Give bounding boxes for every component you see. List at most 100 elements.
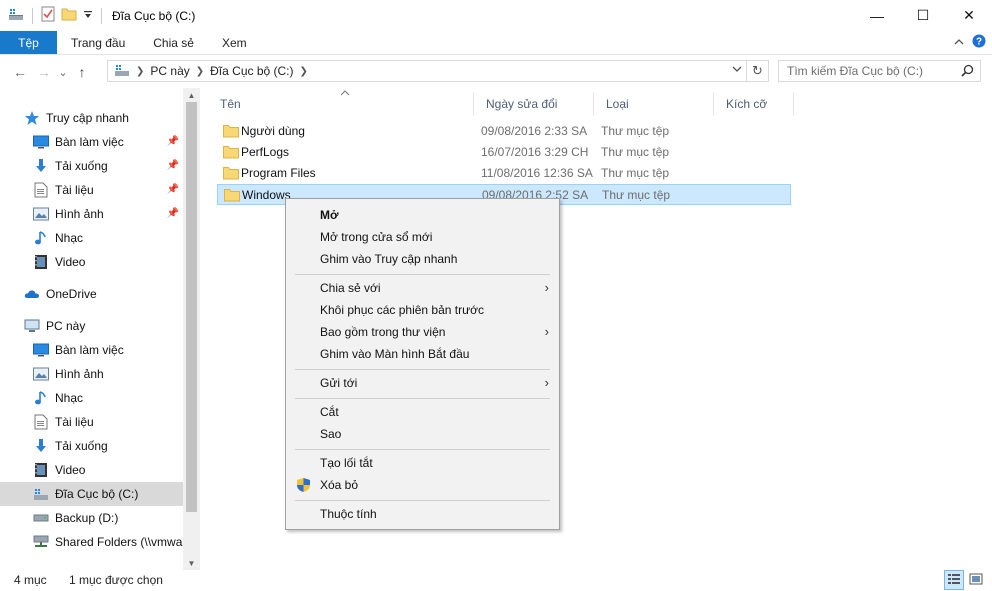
nav-item-videos[interactable]: Video [0, 250, 183, 274]
nav-item-pc-videos[interactable]: Video [0, 458, 183, 482]
desktop-icon [33, 342, 49, 358]
nav-item-pc-desktop[interactable]: Bàn làm việc [0, 338, 183, 362]
nav-item-label: Bàn làm việc [55, 343, 124, 357]
navigation-bar: ← → ⌄ ↑ ❯ PC này ❯ Đĩa Cục bộ (C:) ❯ ↻ [0, 56, 992, 88]
maximize-button[interactable]: ☐ [900, 0, 946, 31]
file-type: Thư mục tệp [601, 124, 670, 138]
pin-icon[interactable]: 📌 [167, 136, 179, 147]
scroll-up-icon[interactable]: ▲ [183, 88, 200, 102]
column-header-date[interactable]: Ngày sửa đổi [474, 92, 594, 116]
search-input[interactable] [787, 64, 957, 78]
nav-item-label: Tài liệu [55, 415, 94, 429]
search-icon[interactable] [961, 64, 974, 80]
title-bar: Đĩa Cục bộ (C:) — ☐ ✕ [0, 0, 992, 31]
submenu-arrow-icon: › [544, 280, 549, 295]
tab-share[interactable]: Chia sẻ [139, 31, 208, 54]
nav-item-label: Tài liệu [55, 183, 94, 197]
nav-item-pc-downloads[interactable]: Tải xuống [0, 434, 183, 458]
properties-icon[interactable] [41, 6, 55, 25]
menu-item-send-to[interactable]: Gửi tới › [286, 372, 559, 394]
address-bar[interactable]: ❯ PC này ❯ Đĩa Cục bộ (C:) ❯ [107, 60, 747, 82]
uac-shield-icon [296, 477, 311, 496]
column-header-size[interactable]: Kích cỡ [714, 92, 794, 116]
expand-ribbon-icon[interactable] [954, 36, 964, 50]
new-folder-icon[interactable] [61, 6, 77, 25]
tab-view[interactable]: Xem [208, 31, 261, 54]
search-box[interactable] [778, 60, 981, 82]
tab-home[interactable]: Trang đầu [57, 31, 139, 54]
help-icon[interactable]: ? [972, 34, 986, 51]
menu-item-cut[interactable]: Cắt [286, 401, 559, 423]
nav-item-desktop[interactable]: Bàn làm việc 📌 [0, 130, 183, 154]
menu-item-label: Chia sẻ với [320, 281, 381, 295]
minimize-button[interactable]: — [854, 0, 900, 31]
recent-locations-button[interactable]: ⌄ [56, 60, 70, 84]
nav-item-pc-documents[interactable]: Tài liệu [0, 410, 183, 434]
large-icons-view-icon [969, 573, 983, 588]
menu-item-delete[interactable]: Xóa bỏ [286, 474, 559, 496]
menu-item-copy[interactable]: Sao [286, 423, 559, 445]
nav-item-shared-folders[interactable]: Shared Folders (\\vmwar [0, 530, 183, 554]
nav-item-backup-d[interactable]: Backup (D:) [0, 506, 183, 530]
breadcrumb-chevron-icon[interactable]: ❯ [196, 66, 204, 77]
nav-item-quick-access[interactable]: Truy cập nhanh [0, 106, 183, 130]
close-button[interactable]: ✕ [946, 0, 992, 31]
up-button[interactable]: ↑ [70, 60, 94, 84]
pin-icon[interactable]: 📌 [167, 160, 179, 171]
nav-item-documents[interactable]: Tài liệu 📌 [0, 178, 183, 202]
nav-item-this-pc[interactable]: PC này [0, 314, 183, 338]
menu-item-pin-start[interactable]: Ghim vào Màn hình Bắt đầu [286, 343, 559, 365]
menu-item-pin-quick-access[interactable]: Ghim vào Truy cập nhanh [286, 248, 559, 270]
drive-icon [33, 510, 49, 526]
menu-item-include-library[interactable]: Bao gồm trong thư viện › [286, 321, 559, 343]
folder-icon [223, 145, 239, 162]
address-dropdown-icon[interactable] [732, 64, 742, 77]
music-icon [33, 230, 49, 246]
breadcrumb-chevron-icon[interactable]: ❯ [136, 66, 144, 77]
pin-icon[interactable]: 📌 [167, 184, 179, 195]
nav-item-label: Backup (D:) [55, 511, 119, 525]
nav-item-pc-pictures[interactable]: Hình ảnh [0, 362, 183, 386]
file-date: 16/07/2016 3:29 CH [481, 145, 589, 159]
column-header-name[interactable]: Tên [208, 92, 474, 116]
menu-item-restore-versions[interactable]: Khôi phục các phiên bản trước [286, 299, 559, 321]
nav-item-pictures[interactable]: Hình ảnh 📌 [0, 202, 183, 226]
nav-item-onedrive[interactable]: OneDrive [0, 282, 183, 306]
column-header-type[interactable]: Loại [594, 92, 714, 116]
nav-item-music[interactable]: Nhạc [0, 226, 183, 250]
refresh-button[interactable]: ↻ [747, 60, 769, 82]
scroll-down-icon[interactable]: ▼ [183, 556, 200, 570]
nav-item-label: Đĩa Cục bộ (C:) [55, 487, 139, 501]
menu-item-share-with[interactable]: Chia sẻ với › [286, 277, 559, 299]
pin-icon[interactable]: 📌 [167, 208, 179, 219]
file-name: Người dùng [241, 124, 305, 138]
tab-file[interactable]: Tệp [0, 31, 57, 54]
nav-item-label: OneDrive [46, 287, 97, 301]
breadcrumb-pc[interactable]: PC này [150, 64, 189, 78]
forward-button[interactable]: → [32, 60, 56, 84]
large-icons-view-button[interactable] [966, 570, 986, 590]
menu-separator [295, 398, 550, 399]
menu-item-open-new-window[interactable]: Mở trong cửa sổ mới [286, 226, 559, 248]
back-button[interactable]: ← [8, 60, 32, 84]
nav-item-local-disk-c[interactable]: Đĩa Cục bộ (C:) [0, 482, 183, 506]
menu-item-create-shortcut[interactable]: Tạo lối tắt [286, 452, 559, 474]
nav-pane-scrollbar[interactable]: ▲ ▼ [183, 88, 200, 570]
nav-item-downloads[interactable]: Tải xuống 📌 [0, 154, 183, 178]
scrollbar-thumb[interactable] [186, 102, 197, 512]
customize-toolbar-icon[interactable] [83, 9, 93, 23]
file-name: PerfLogs [241, 145, 290, 159]
file-row[interactable]: PerfLogs 16/07/2016 3:29 CH Thư mục tệp [217, 142, 791, 163]
menu-item-properties[interactable]: Thuộc tính [286, 503, 559, 525]
menu-item-open[interactable]: Mở [286, 204, 559, 226]
network-drive-icon [33, 534, 49, 550]
details-view-button[interactable] [944, 570, 964, 590]
menu-separator [295, 500, 550, 501]
file-row[interactable]: Người dùng 09/08/2016 2:33 SA Thư mục tệ… [217, 121, 791, 142]
breadcrumb-chevron-icon[interactable]: ❯ [300, 66, 308, 77]
file-row[interactable]: Program Files 11/08/2016 12:36 SA Thư mụ… [217, 163, 791, 184]
breadcrumb-drive[interactable]: Đĩa Cục bộ (C:) [210, 64, 293, 78]
nav-item-pc-music[interactable]: Nhạc [0, 386, 183, 410]
picture-icon [33, 206, 49, 222]
drive-icon [33, 486, 49, 502]
